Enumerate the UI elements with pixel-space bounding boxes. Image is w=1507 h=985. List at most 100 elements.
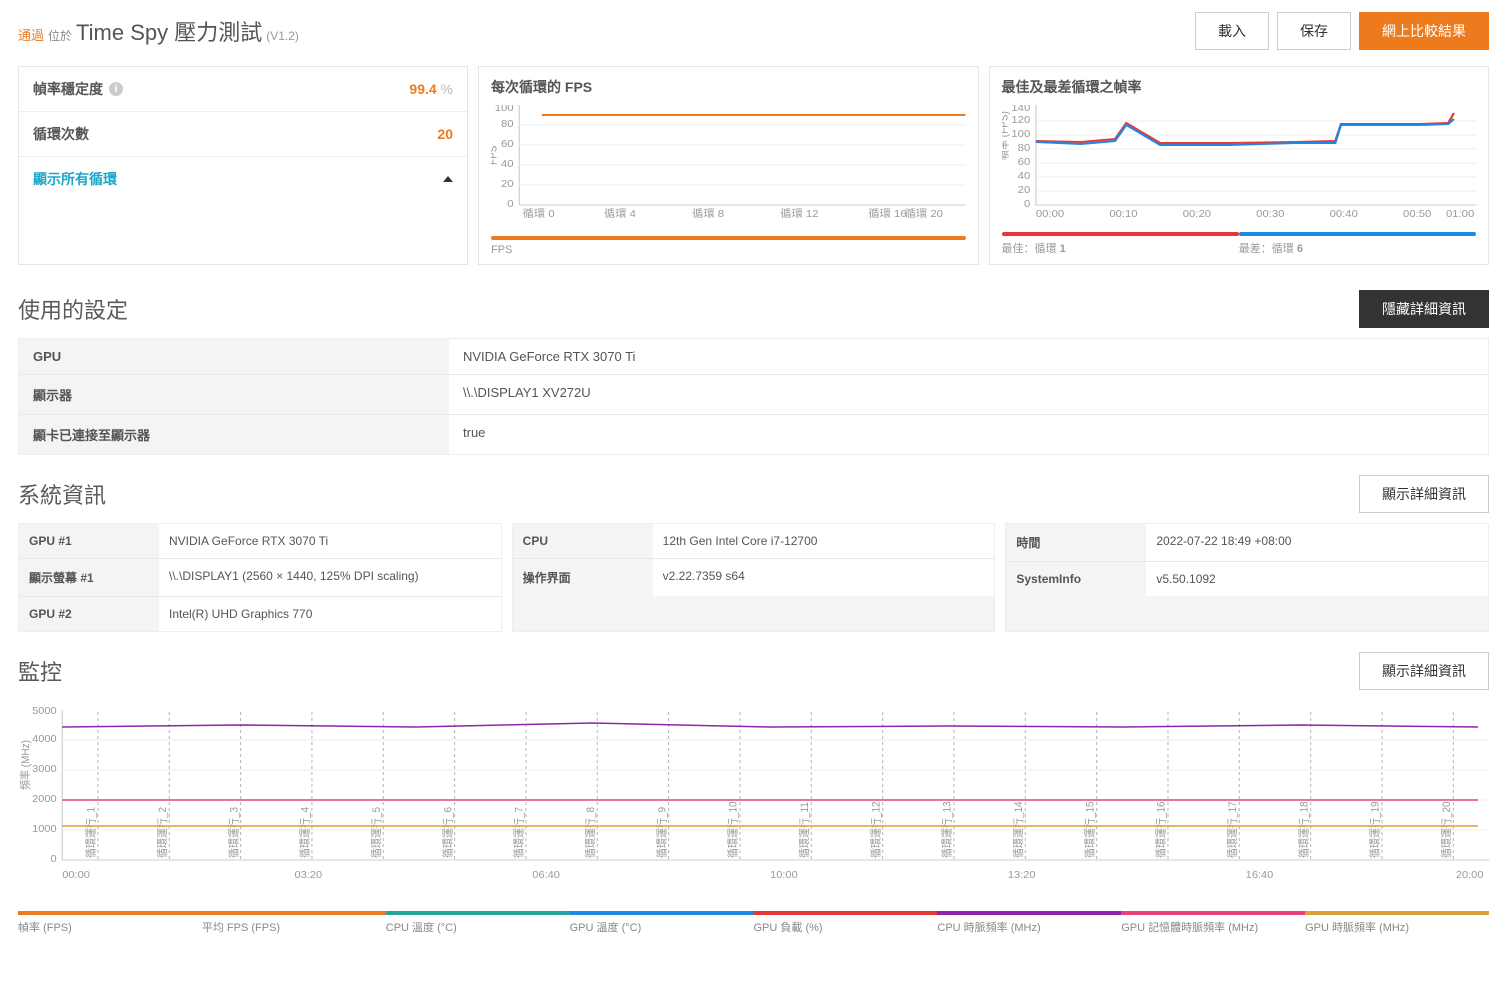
svg-text:00:30: 00:30 [1256,209,1284,220]
svg-text:4000: 4000 [32,733,57,744]
systeminfo-value: v5.50.1092 [1146,562,1488,596]
time-label: 時間 [1006,524,1146,561]
svg-text:00:50: 00:50 [1403,209,1431,220]
load-button[interactable]: 載入 [1195,12,1269,50]
monitoring-chart-svg: 0 1000 2000 3000 4000 5000 循環運行_1循環運行_2循… [18,700,1489,890]
svg-text:140: 140 [1011,105,1030,114]
sysinfo-section: 系統資訊 顯示詳細資訊 GPU #1NVIDIA GeForce RTX 307… [18,475,1489,632]
svg-text:5000: 5000 [32,705,57,716]
sysinfo-title: 系統資訊 [18,478,106,510]
compare-online-button[interactable]: 網上比較結果 [1359,12,1489,50]
legend-cpu-clock: CPU 時脈頻率 (MHz) [937,919,1121,935]
svg-text:循環 20: 循環 20 [905,208,943,220]
svg-text:00:20: 00:20 [1182,209,1210,220]
header-actions: 載入 保存 網上比較結果 [1195,12,1489,50]
chart1-legend-label: FPS [491,244,966,256]
svg-text:100: 100 [495,105,514,114]
svg-text:循環運行_2: 循環運行_2 [155,807,169,858]
chart1-legend-bar [491,236,966,240]
svg-text:循環運行_20: 循環運行_20 [1440,801,1454,858]
svg-text:循環運行_1: 循環運行_1 [84,807,98,858]
page-header: 通過 位於 Time Spy 壓力測試 (V1.2) 載入 保存 網上比較結果 [18,12,1489,50]
test-name: Time Spy 壓力測試 [76,15,262,47]
svg-text:40: 40 [501,159,514,170]
svg-text:100: 100 [1011,129,1030,140]
svg-text:06:40: 06:40 [532,869,560,880]
display1-value: \\.\DISPLAY1 (2560 × 1440, 125% DPI scal… [159,559,501,596]
svg-text:80: 80 [1017,143,1030,154]
svg-text:2000: 2000 [32,793,57,804]
svg-text:80: 80 [501,119,514,130]
svg-text:13:20: 13:20 [1008,869,1036,880]
show-all-loops-label: 顯示所有循環 [33,169,117,189]
summary-panel: 幀率穩定度 i 99.4 % 循環次數 20 顯示所有循環 [18,66,468,265]
svg-text:循環 12: 循環 12 [780,208,818,220]
monitoring-title: 監控 [18,655,62,687]
svg-text:循環運行_16: 循環運行_16 [1154,801,1168,858]
best-worst-svg: 0 20 40 60 80 100 120 140 [1002,105,1477,225]
legend-cpu-temp: CPU 溫度 (°C) [386,919,570,935]
svg-text:00:40: 00:40 [1329,209,1357,220]
monitoring-show-details-button[interactable]: 顯示詳細資訊 [1359,652,1489,690]
connected-value: true [449,415,1488,454]
gpu1-label: GPU #1 [19,524,159,558]
connected-label: 顯卡已連接至顯示器 [19,415,449,454]
info-icon[interactable]: i [109,82,123,96]
chart2-legend-worst-bar [1239,232,1476,236]
legend-gpu-clock: GPU 時脈頻率 (MHz) [1305,919,1489,935]
svg-text:循環運行_9: 循環運行_9 [655,807,669,858]
gpu-label: GPU [19,339,449,374]
legend-avg-fps: 平均 FPS (FPS) [202,919,386,935]
sysinfo-col1: GPU #1NVIDIA GeForce RTX 3070 Ti 顯示螢幕 #1… [18,523,502,632]
svg-text:循環運行_5: 循環運行_5 [369,807,383,858]
chart2-legend-best-bar [1002,232,1239,236]
time-value: 2022-07-22 18:49 +08:00 [1146,524,1488,561]
svg-text:60: 60 [1017,157,1030,168]
table-row: 顯卡已連接至顯示器 true [19,415,1488,454]
svg-text:0: 0 [507,199,513,210]
svg-text:60: 60 [501,139,514,150]
sysinfo-show-details-button[interactable]: 顯示詳細資訊 [1359,475,1489,513]
hide-details-button[interactable]: 隱藏詳細資訊 [1359,290,1489,328]
sysinfo-col3: 時間2022-07-22 18:49 +08:00 SystemInfov5.5… [1005,523,1489,632]
save-button[interactable]: 保存 [1277,12,1351,50]
stability-value: 99.4 % [409,81,453,97]
svg-text:20: 20 [1017,185,1030,196]
show-all-loops-toggle[interactable]: 顯示所有循環 [19,157,467,201]
caret-up-icon [443,176,453,182]
svg-text:10:00: 10:00 [770,869,798,880]
svg-text:循環運行_13: 循環運行_13 [940,801,954,858]
svg-text:幀率 (FPS): 幀率 (FPS) [1002,111,1011,160]
svg-text:循環運行_15: 循環運行_15 [1083,801,1097,858]
svg-text:循環運行_6: 循環運行_6 [441,807,455,858]
svg-text:循環運行_18: 循環運行_18 [1297,801,1311,858]
svg-text:循環運行_7: 循環運行_7 [512,807,526,858]
svg-text:03:20: 03:20 [295,869,323,880]
svg-text:20: 20 [501,179,514,190]
svg-text:循環運行_12: 循環運行_12 [869,801,883,858]
svg-text:3000: 3000 [32,763,57,774]
svg-text:循環 4: 循環 4 [604,208,636,220]
test-version: (V1.2) [266,29,299,43]
best-worst-chart: 最佳及最差循環之幀率 0 20 40 60 80 100 120 140 [989,66,1490,265]
monitoring-section: 監控 顯示詳細資訊 0 1000 2000 3000 4000 5000 循環運… [18,652,1489,935]
svg-text:循環運行_3: 循環運行_3 [227,807,241,858]
chart2-legend-worst: 最差：循環 6 [1239,240,1476,256]
settings-section: 使用的設定 隱藏詳細資訊 GPU NVIDIA GeForce RTX 3070… [18,290,1489,455]
chart1-ylabel: FPS [491,146,500,165]
svg-text:1000: 1000 [32,823,57,834]
svg-text:循環運行_17: 循環運行_17 [1226,801,1240,858]
monitor-value: \\.\DISPLAY1 XV272U [449,375,1488,414]
svg-text:循環運行_4: 循環運行_4 [298,807,312,858]
loops-label: 循環次數 [33,124,89,144]
svg-text:0: 0 [1023,199,1029,210]
fps-chart-svg: 0 20 40 60 80 100 循環 0 循環 4 循環 8 [491,105,966,225]
svg-text:循環運行_8: 循環運行_8 [583,807,597,858]
fps-per-loop-chart: 每次循環的 FPS 0 20 40 60 80 100 [478,66,979,265]
chart1-title: 每次循環的 FPS [491,77,966,97]
legend-gpu-load: GPU 負載 (%) [754,919,938,935]
svg-text:40: 40 [1017,171,1030,182]
systeminfo-label: SystemInfo [1006,562,1146,596]
sysinfo-col2: CPU12th Gen Intel Core i7-12700 操作界面v2.2… [512,523,996,632]
os-label: 操作界面 [513,559,653,596]
